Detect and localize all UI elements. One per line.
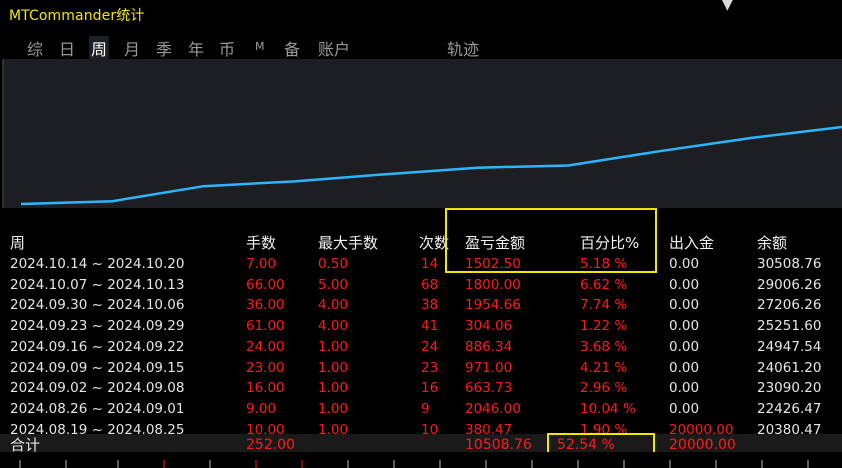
cell-balance: 24061.20 — [757, 359, 822, 376]
cell-max-lots: 1.00 — [318, 359, 349, 376]
cell-count: 23 — [421, 359, 439, 376]
cell-percent: 2.96 % — [580, 380, 628, 397]
cell-lots: 24.00 — [246, 338, 285, 355]
table-row[interactable]: 2024.09.30 ~ 2024.10.06 36.00 4.00 38 1954.6… — [0, 295, 842, 315]
cell-deposit: 0.00 — [669, 338, 700, 355]
table-row[interactable]: 2024.09.09 ~ 2024.09.15 23.00 1.00 23 971.00… — [0, 358, 842, 378]
header-deposit: 出入金 — [669, 234, 715, 252]
cell-week: 2024.09.23 ~ 2024.09.29 — [10, 318, 185, 335]
cell-lots: 9.00 — [246, 400, 277, 417]
cell-week: 2024.10.07 ~ 2024.10.13 — [10, 276, 185, 293]
tab-week[interactable]: 周 — [89, 36, 110, 60]
table-row[interactable]: 2024.08.26 ~ 2024.09.01 9.00 1.00 9 2046.00 1… — [0, 399, 842, 419]
header-max-lots: 最大手数 — [318, 234, 379, 252]
cell-lots: 23.00 — [246, 359, 285, 376]
cell-week: 2024.09.09 ~ 2024.09.15 — [10, 359, 185, 376]
tab-trajectory[interactable]: 轨迹 — [447, 36, 479, 60]
cell-percent: 3.68 % — [580, 338, 628, 355]
cell-max-lots: 5.00 — [318, 276, 349, 293]
cell-deposit: 0.00 — [669, 400, 700, 417]
dropdown-arrow-icon[interactable]: ▼ — [722, 0, 733, 13]
cell-lots: 16.00 — [246, 380, 285, 397]
highlight-box-pnl — [445, 208, 657, 273]
cell-percent: 10.04 % — [580, 400, 636, 417]
table-row[interactable]: 2024.10.07 ~ 2024.10.13 66.00 5.00 68 1800.0… — [0, 275, 842, 295]
equity-chart-svg: 2024.08.19 — [2, 59, 842, 220]
cell-count: 24 — [421, 338, 439, 355]
cell-balance: 25251.60 — [757, 318, 822, 335]
cell-count: 16 — [421, 380, 439, 397]
tab-day[interactable]: 日 — [59, 36, 75, 60]
cell-percent: 7.74 % — [580, 297, 628, 314]
tab-currency[interactable]: 币 — [219, 36, 235, 60]
cell-balance: 30508.76 — [757, 256, 822, 272]
cell-lots: 36.00 — [246, 297, 285, 314]
cell-percent: 6.62 % — [580, 276, 628, 293]
cell-deposit: 0.00 — [669, 256, 700, 272]
cell-week: 2024.09.30 ~ 2024.10.06 — [10, 297, 185, 314]
cell-count: 68 — [421, 276, 439, 293]
tab-m[interactable]: M — [255, 40, 265, 53]
tab-note[interactable]: 备 — [284, 36, 300, 60]
tab-year[interactable]: 年 — [188, 36, 204, 60]
cell-max-lots: 0.50 — [318, 256, 349, 272]
tab-account[interactable]: 账户 — [318, 36, 350, 60]
cell-max-lots: 1.00 — [318, 338, 349, 355]
cell-balance: 24947.54 — [757, 338, 822, 355]
cell-deposit: 0.00 — [669, 276, 700, 293]
cell-pnl: 663.73 — [465, 380, 513, 397]
table-row[interactable]: 2024.09.16 ~ 2024.09.22 24.00 1.00 24 886.34… — [0, 337, 842, 357]
cell-count: 14 — [421, 256, 439, 272]
table-row[interactable]: 2024.09.23 ~ 2024.09.29 61.00 4.00 41 304.06… — [0, 316, 842, 336]
cell-count: 9 — [421, 400, 430, 417]
cell-count: 41 — [421, 318, 439, 335]
cell-balance: 27206.26 — [757, 297, 822, 314]
cell-lots: 7.00 — [246, 256, 277, 272]
header-week: 周 — [10, 234, 26, 252]
tab-overview[interactable]: 综 — [27, 36, 43, 60]
cell-count: 38 — [421, 297, 439, 314]
cell-max-lots: 1.00 — [318, 380, 349, 397]
chart-background — [3, 59, 842, 208]
cell-deposit: 0.00 — [669, 318, 700, 335]
table-row[interactable]: 2024.09.02 ~ 2024.09.08 16.00 1.00 16 663.73… — [0, 378, 842, 398]
cell-week: 2024.09.16 ~ 2024.09.22 — [10, 338, 185, 355]
cell-balance: 23090.20 — [757, 380, 822, 397]
cell-pnl: 1800.00 — [465, 276, 521, 293]
cell-balance: 29006.26 — [757, 276, 822, 293]
cell-max-lots: 1.00 — [318, 400, 349, 417]
cell-lots: 66.00 — [246, 276, 285, 293]
cell-week: 2024.10.14 ~ 2024.10.20 — [10, 256, 185, 272]
cell-max-lots: 4.00 — [318, 297, 349, 314]
tab-quarter[interactable]: 季 — [156, 36, 172, 60]
cell-week: 2024.09.02 ~ 2024.09.08 — [10, 380, 185, 397]
header-lots: 手数 — [246, 234, 277, 252]
title-bar: MTCommander统计 ▼ — [0, 0, 842, 30]
cell-percent: 1.22 % — [580, 318, 628, 335]
cell-pnl: 886.34 — [465, 338, 513, 355]
table-row[interactable]: 2024.10.14 ~ 2024.10.20 7.00 0.50 14 1502.50… — [0, 254, 842, 274]
cell-pnl: 304.06 — [465, 318, 513, 335]
cell-percent: 4.21 % — [580, 359, 628, 376]
bottom-tick-strip — [0, 452, 842, 468]
cell-pnl: 2046.00 — [465, 400, 521, 417]
cell-week: 2024.08.26 ~ 2024.09.01 — [10, 400, 185, 417]
cell-balance: 22426.47 — [757, 400, 822, 417]
tab-month[interactable]: 月 — [124, 36, 140, 60]
cell-pnl: 971.00 — [465, 359, 513, 376]
header-balance: 余额 — [757, 234, 788, 252]
equity-chart: 2024.08.19 — [2, 59, 842, 220]
cell-deposit: 0.00 — [669, 297, 700, 314]
stats-table: 周 手数 最大手数 次数 盈亏金额 百分比% 出入金 余额 2024.10.14… — [0, 208, 842, 468]
cell-max-lots: 4.00 — [318, 318, 349, 335]
cell-deposit: 0.00 — [669, 380, 700, 397]
cell-lots: 61.00 — [246, 318, 285, 335]
cell-pnl: 1954.66 — [465, 297, 521, 314]
window-title: MTCommander统计 — [9, 8, 145, 24]
cell-deposit: 0.00 — [669, 359, 700, 376]
tab-bar: 综 日 周 月 季 年 币 M 备 账户 轨迹 — [0, 33, 842, 60]
